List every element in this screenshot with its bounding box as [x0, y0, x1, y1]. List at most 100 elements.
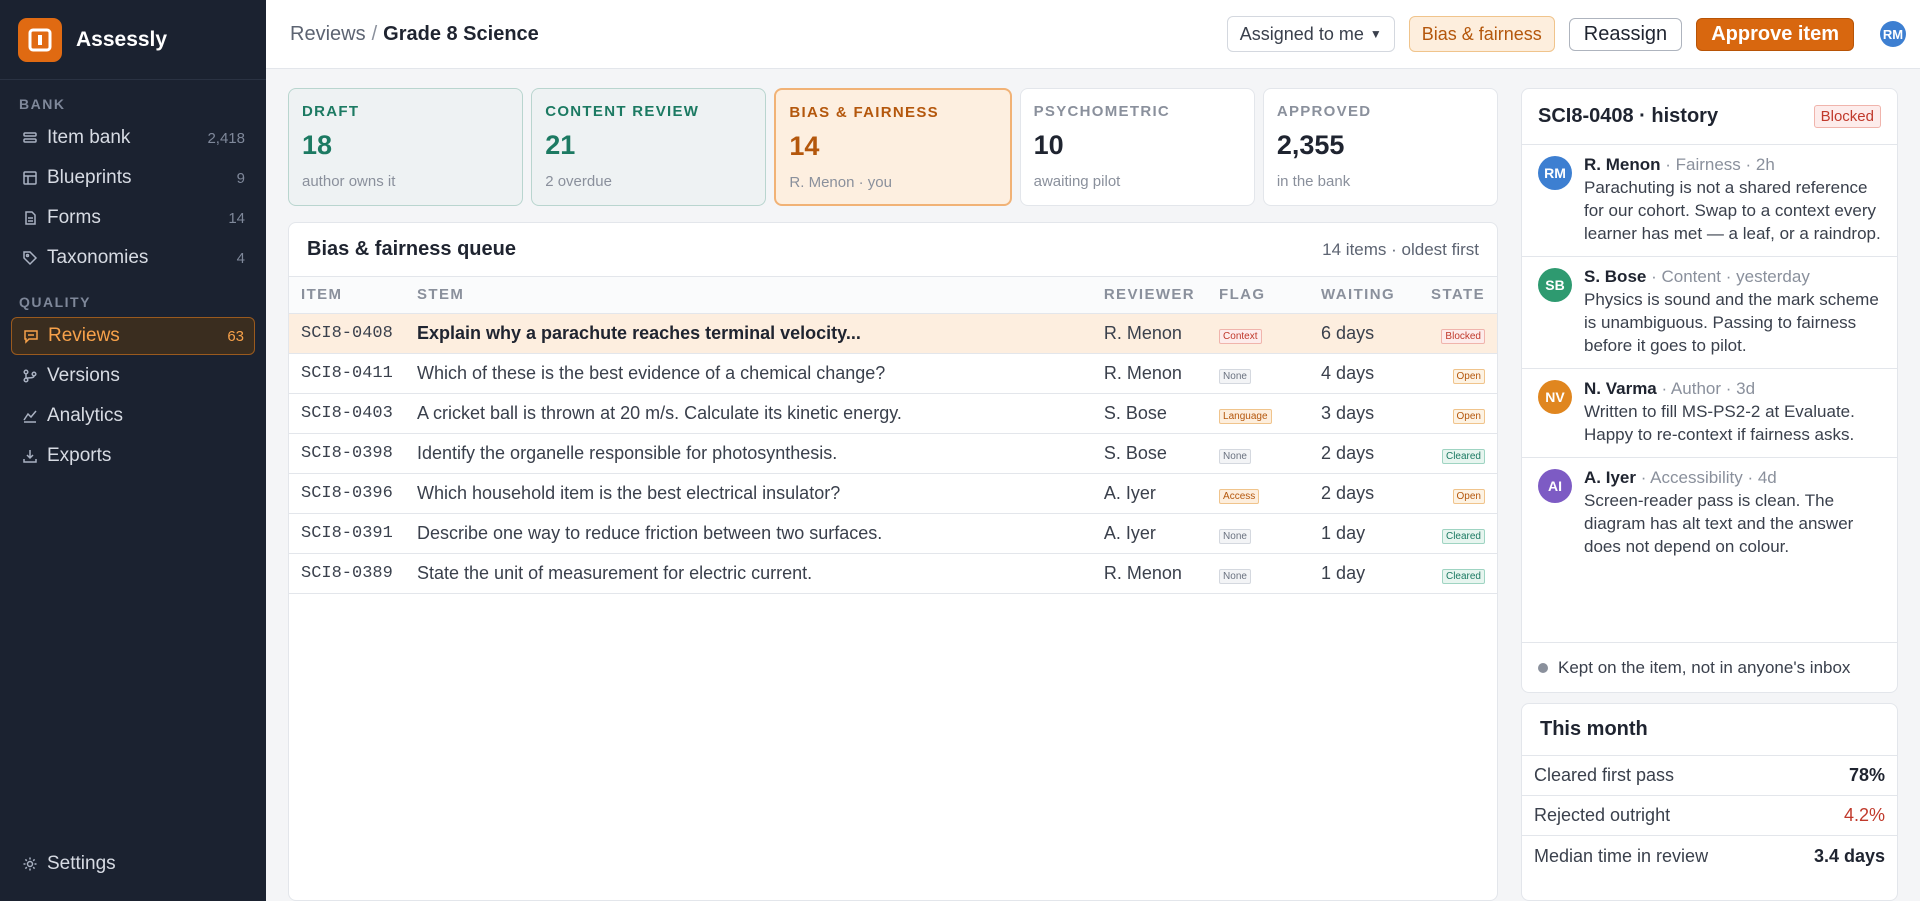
state-chip: Cleared	[1441, 448, 1485, 464]
sidebar-item-taxonomies[interactable]: Taxonomies 4	[11, 239, 255, 277]
stage-tag-button[interactable]: Bias & fairness	[1408, 16, 1555, 52]
item-stem: Explain why a parachute reaches terminal…	[405, 313, 1092, 354]
history-comment: RM R. Menon · Fairness · 2h Parachuting …	[1522, 145, 1897, 257]
sidebar-item-count: 4	[236, 249, 245, 267]
flag-chip: Language	[1219, 408, 1272, 424]
table-row[interactable]: SCI8-0391 Describe one way to reduce fri…	[289, 513, 1497, 554]
stat-row: Cleared first pass 78%	[1522, 756, 1897, 796]
breadcrumb-root[interactable]: Reviews	[290, 23, 366, 45]
comment-body: Written to fill MS-PS2-2 at Evaluate. Ha…	[1584, 402, 1855, 444]
column-header-flag[interactable]: FLAG	[1207, 277, 1310, 314]
table-row[interactable]: SCI8-0408 Explain why a parachute reache…	[289, 313, 1497, 354]
table-row[interactable]: SCI8-0411 Which of these is the best evi…	[289, 353, 1497, 394]
stage-card-approved[interactable]: APPROVED 2,355 in the bank	[1262, 88, 1499, 206]
column-header-state[interactable]: STATE	[1419, 277, 1497, 314]
dot-icon	[1538, 662, 1548, 673]
grid-icon	[21, 169, 39, 187]
history-footer-text: Kept on the item, not in anyone's inbox	[1558, 657, 1851, 677]
stat-value: 4.2%	[1843, 805, 1885, 825]
flag-chip: None	[1219, 568, 1251, 584]
stage-card-content-review[interactable]: CONTENT REVIEW 21 2 overdue	[531, 88, 767, 206]
history-comment: SB S. Bose · Content · yesterday Physics…	[1522, 257, 1897, 369]
column-header-item[interactable]: ITEM	[289, 277, 405, 314]
column-header-stem[interactable]: STEM	[405, 277, 1092, 314]
stage-count: 2,355	[1276, 130, 1345, 160]
item-reviewer: S. Bose	[1091, 393, 1208, 434]
history-comment: AI A. Iyer · Accessibility · 4d Screen-r…	[1522, 458, 1897, 569]
item-id: SCI8-0403	[289, 393, 405, 434]
item-waiting: 1 day	[1309, 553, 1420, 594]
sidebar: Assessly BANK Item bank 2,418 Blueprints…	[0, 0, 266, 901]
sidebar-item-reviews[interactable]: Reviews 63	[11, 317, 255, 355]
comment-body: Physics is sound and the mark scheme is …	[1584, 290, 1879, 355]
table-header-row: ITEM STEM REVIEWER FLAG WAITING STATE	[289, 277, 1497, 314]
stage-subtitle: awaiting pilot	[1033, 173, 1121, 190]
comment-context: · Fairness · 2h	[1660, 155, 1775, 174]
column-header-reviewer[interactable]: REVIEWER	[1091, 277, 1208, 314]
item-state-cell: Cleared	[1419, 513, 1497, 554]
state-chip: Open	[1452, 368, 1485, 384]
page-title: Grade 8 Science	[383, 22, 539, 45]
monthly-stats-title: This month	[1522, 704, 1897, 756]
queue-table: ITEM STEM REVIEWER FLAG WAITING STATE SC…	[289, 277, 1497, 594]
sidebar-item-versions[interactable]: Versions	[11, 357, 255, 395]
stage-subtitle: 2 overdue	[545, 173, 612, 190]
flag-chip: Access	[1219, 488, 1260, 504]
item-id: SCI8-0398	[289, 433, 405, 474]
comment-body: Parachuting is not a shared reference fo…	[1584, 178, 1881, 243]
chevron-down-icon: ▼	[1369, 27, 1382, 41]
avatar[interactable]: RM	[1880, 21, 1906, 47]
comment-context: · Author · 3d	[1656, 379, 1756, 398]
comment-author: N. Varma	[1584, 379, 1657, 398]
sidebar-item-settings[interactable]: Settings	[11, 845, 255, 883]
item-stem: Which household item is the best electri…	[405, 473, 1092, 514]
top-actions: Assigned to me ▼ Bias & fairness Reassig…	[1226, 16, 1906, 52]
flag-chip: Context	[1219, 328, 1262, 344]
status-badge: Blocked	[1813, 105, 1881, 128]
item-reviewer: A. Iyer	[1091, 473, 1208, 514]
sidebar-item-forms[interactable]: Forms 14	[11, 199, 255, 237]
item-flag-cell: None	[1207, 353, 1310, 394]
item-waiting: 4 days	[1309, 353, 1420, 394]
item-id: SCI8-0396	[289, 473, 405, 514]
table-row[interactable]: SCI8-0398 Identify the organelle respons…	[289, 433, 1497, 474]
state-chip: Cleared	[1441, 568, 1485, 584]
comment-meta: R. Menon · Fairness · 2h	[1584, 155, 1881, 175]
sidebar-item-blueprints[interactable]: Blueprints 9	[11, 159, 255, 197]
sidebar-item-item-bank[interactable]: Item bank 2,418	[11, 119, 255, 157]
sidebar-item-analytics[interactable]: Analytics	[11, 397, 255, 435]
sidebar-item-label: Reviews	[48, 325, 120, 346]
queue-header: Bias & fairness queue 14 items · oldest …	[289, 223, 1497, 277]
item-stem: Identify the organelle responsible for p…	[405, 433, 1092, 474]
stage-card-draft[interactable]: DRAFT 18 author owns it	[288, 88, 524, 206]
flag-chip: None	[1219, 528, 1251, 544]
item-stem: A cricket ball is thrown at 20 m/s. Calc…	[405, 393, 1092, 434]
nav-section-bank: BANK	[19, 96, 66, 112]
reassign-button[interactable]: Reassign	[1568, 17, 1683, 51]
item-id: SCI8-0389	[289, 553, 405, 594]
item-state-cell: Cleared	[1419, 553, 1497, 594]
stage-cards: DRAFT 18 author owns it CONTENT REVIEW 2…	[288, 88, 1499, 206]
approve-item-button[interactable]: Approve item	[1696, 17, 1854, 51]
item-state-cell: Open	[1419, 353, 1497, 394]
table-row[interactable]: SCI8-0396 Which household item is the be…	[289, 473, 1497, 514]
table-row[interactable]: SCI8-0403 A cricket ball is thrown at 20…	[289, 393, 1497, 434]
comment-context: · Accessibility · 4d	[1635, 468, 1777, 487]
stat-value: 3.4 days	[1813, 845, 1885, 866]
avatar: AI	[1538, 469, 1572, 503]
stage-card-psychometric[interactable]: PSYCHOMETRIC 10 awaiting pilot	[1019, 88, 1255, 206]
flag-chip: None	[1219, 448, 1251, 464]
sidebar-item-exports[interactable]: Exports	[11, 437, 255, 475]
item-reviewer: A. Iyer	[1091, 513, 1208, 554]
monthly-stats-panel: This month Cleared first pass 78% Reject…	[1521, 703, 1898, 901]
assignee-filter-select[interactable]: Assigned to me ▼	[1226, 16, 1395, 52]
sidebar-item-label: Item bank	[47, 127, 131, 148]
nav-section-quality: QUALITY	[19, 294, 91, 310]
stage-title: BIAS & FAIRNESS	[789, 104, 939, 121]
column-header-waiting[interactable]: WAITING	[1309, 277, 1420, 314]
stage-card-bias-fairness[interactable]: BIAS & FAIRNESS 14 R. Menon · you	[774, 88, 1012, 206]
state-chip: Cleared	[1441, 528, 1485, 544]
table-row[interactable]: SCI8-0389 State the unit of measurement …	[289, 553, 1497, 594]
item-waiting: 2 days	[1309, 433, 1420, 474]
avatar: SB	[1538, 268, 1572, 302]
